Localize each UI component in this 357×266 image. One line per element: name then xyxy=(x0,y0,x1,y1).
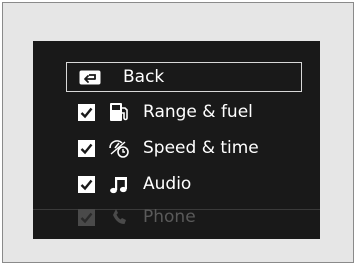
menu-item-label: Speed & time xyxy=(143,137,259,158)
check-icon xyxy=(80,212,93,223)
menu-item-phone[interactable]: Phone xyxy=(78,203,196,231)
back-arrow-icon xyxy=(79,70,101,84)
checkbox-checked[interactable] xyxy=(78,175,95,193)
fuel-pump-icon xyxy=(110,103,128,121)
speedometer-clock-icon xyxy=(109,140,129,158)
music-note-icon xyxy=(110,177,127,194)
menu-item-label: Range & fuel xyxy=(143,101,253,122)
back-label: Back xyxy=(123,66,165,87)
checkbox-checked[interactable] xyxy=(78,208,95,226)
checkbox-checked[interactable] xyxy=(78,103,95,121)
menu-item-range-fuel[interactable]: Range & fuel xyxy=(78,98,253,126)
back-button[interactable]: Back xyxy=(66,62,302,92)
menu-item-speed-time[interactable]: Speed & time xyxy=(78,134,259,162)
menu-item-audio[interactable]: Audio xyxy=(78,170,191,198)
menu-item-label: Phone xyxy=(143,206,196,227)
display-frame: Back Range & fuel Speed & time Audio Pho… xyxy=(2,2,354,263)
check-icon xyxy=(80,107,93,118)
menu-item-label: Audio xyxy=(143,173,192,194)
phone-icon xyxy=(113,209,126,224)
check-icon xyxy=(80,143,93,154)
menu-screen: Back Range & fuel Speed & time Audio Pho… xyxy=(33,41,320,239)
checkbox-checked[interactable] xyxy=(78,139,95,157)
check-icon xyxy=(80,179,93,190)
